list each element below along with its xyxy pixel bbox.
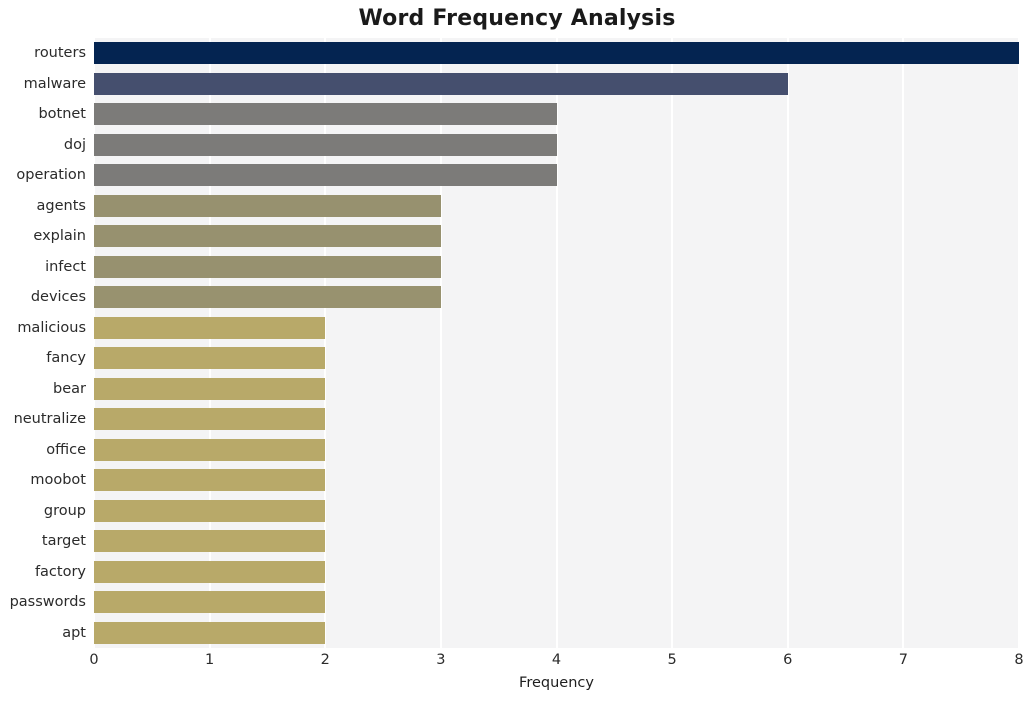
bar-neutralize[interactable] bbox=[94, 408, 326, 431]
x-tick-label-7: 7 bbox=[898, 652, 908, 668]
y-tick-label-group: group bbox=[43, 502, 86, 519]
bar-passwords[interactable] bbox=[94, 591, 326, 614]
bar-row bbox=[94, 469, 1019, 492]
bar-row bbox=[94, 164, 1019, 187]
y-tick-label-operation: operation bbox=[16, 167, 86, 184]
bar-fancy[interactable] bbox=[94, 347, 326, 370]
y-tick-label-bear: bear bbox=[53, 380, 86, 397]
plot-area bbox=[94, 38, 1019, 648]
bar-doj[interactable] bbox=[94, 133, 557, 156]
bar-malware[interactable] bbox=[94, 72, 788, 95]
y-tick-label-explain: explain bbox=[33, 228, 86, 245]
bar-moobot[interactable] bbox=[94, 469, 326, 492]
bar-operation[interactable] bbox=[94, 164, 557, 187]
bar-row bbox=[94, 225, 1019, 248]
y-tick-label-neutralize: neutralize bbox=[13, 411, 86, 428]
bar-apt[interactable] bbox=[94, 621, 326, 644]
y-tick-label-office: office bbox=[46, 441, 86, 458]
bar-row bbox=[94, 316, 1019, 339]
bar-explain[interactable] bbox=[94, 225, 441, 248]
bar-row bbox=[94, 499, 1019, 522]
x-tick-label-0: 0 bbox=[89, 652, 99, 668]
y-tick-label-doj: doj bbox=[63, 136, 86, 153]
bar-row bbox=[94, 560, 1019, 583]
bar-row bbox=[94, 255, 1019, 278]
bar-row bbox=[94, 591, 1019, 614]
x-tick-label-4: 4 bbox=[551, 652, 562, 668]
chart-title: Word Frequency Analysis bbox=[358, 6, 676, 31]
x-tick-label-8: 8 bbox=[1014, 652, 1024, 668]
bar-bear[interactable] bbox=[94, 377, 326, 400]
y-tick-label-apt: apt bbox=[62, 624, 86, 641]
x-tick-label-3: 3 bbox=[436, 652, 446, 668]
y-tick-label-botnet: botnet bbox=[38, 106, 86, 123]
y-tick-label-routers: routers bbox=[34, 45, 86, 62]
y-tick-label-agents: agents bbox=[36, 197, 86, 214]
bar-devices[interactable] bbox=[94, 286, 441, 309]
y-tick-label-malware: malware bbox=[23, 75, 86, 92]
bar-agents[interactable] bbox=[94, 194, 441, 217]
y-tick-label-moobot: moobot bbox=[30, 472, 86, 489]
x-tick-label-2: 2 bbox=[320, 652, 330, 668]
x-axis-title: Frequency bbox=[519, 675, 594, 691]
bar-row bbox=[94, 347, 1019, 370]
bar-malicious[interactable] bbox=[94, 316, 326, 339]
bar-row bbox=[94, 103, 1019, 126]
bar-row bbox=[94, 194, 1019, 217]
chart-figure: Word Frequency Analysis routers malware bo… bbox=[0, 0, 1034, 701]
x-tick-label-5: 5 bbox=[667, 652, 677, 668]
y-tick-label-infect: infect bbox=[45, 258, 86, 275]
bar-row bbox=[94, 408, 1019, 431]
y-axis-tick-labels: routers malware botnet doj operation agents ex… bbox=[0, 38, 86, 648]
bar-row bbox=[94, 286, 1019, 309]
bar-infect[interactable] bbox=[94, 255, 441, 278]
y-tick-label-passwords: passwords bbox=[9, 594, 86, 611]
bar-target[interactable] bbox=[94, 530, 326, 553]
bar-row bbox=[94, 133, 1019, 156]
bar-row bbox=[94, 42, 1019, 65]
bar-row bbox=[94, 621, 1019, 644]
bar-series bbox=[94, 38, 1019, 648]
bar-office[interactable] bbox=[94, 438, 326, 461]
bar-group[interactable] bbox=[94, 499, 326, 522]
bar-botnet[interactable] bbox=[94, 103, 557, 126]
bar-factory[interactable] bbox=[94, 560, 326, 583]
y-tick-label-fancy: fancy bbox=[46, 350, 86, 367]
y-tick-label-factory: factory bbox=[34, 563, 86, 580]
bar-row bbox=[94, 530, 1019, 553]
bar-row bbox=[94, 438, 1019, 461]
y-tick-label-devices: devices bbox=[30, 289, 86, 306]
y-tick-label-malicious: malicious bbox=[17, 319, 86, 336]
y-tick-label-target: target bbox=[41, 533, 86, 550]
x-tick-label-6: 6 bbox=[783, 652, 793, 668]
x-axis-tick-labels: 0 1 2 3 4 5 6 7 8 bbox=[89, 652, 1023, 674]
bar-row bbox=[94, 72, 1019, 95]
x-tick-label-1: 1 bbox=[205, 652, 215, 668]
bar-row bbox=[94, 377, 1019, 400]
bar-routers[interactable] bbox=[94, 42, 1019, 65]
